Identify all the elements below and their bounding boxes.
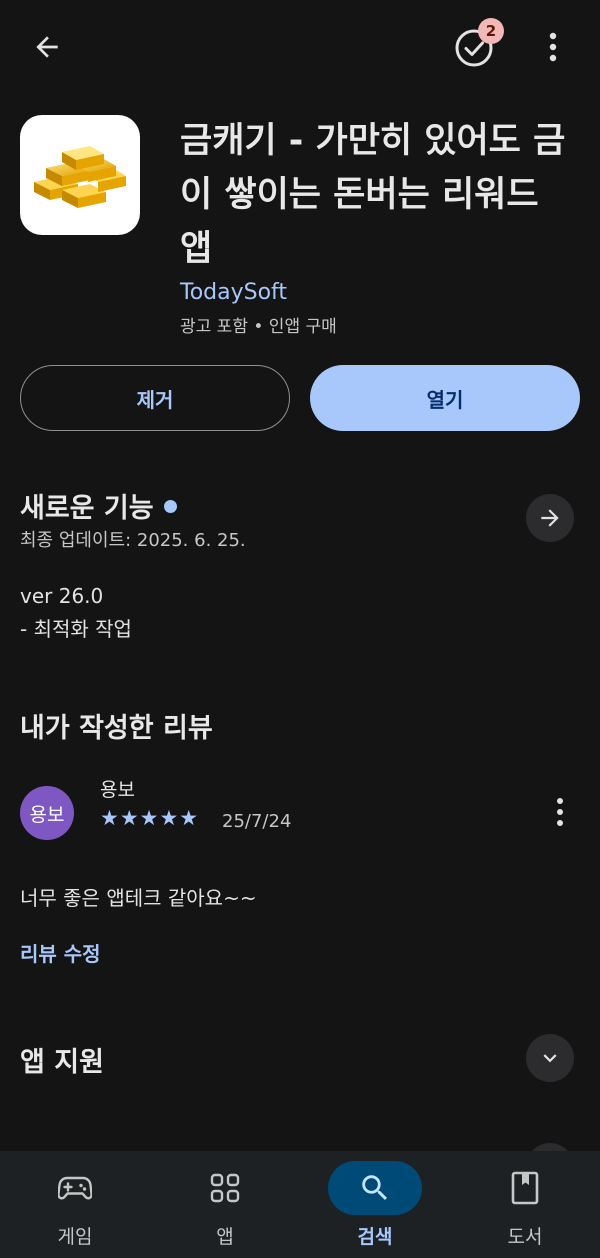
review-more-button[interactable] — [540, 790, 580, 834]
edit-review-link[interactable]: 리뷰 수정 — [20, 938, 101, 967]
app-icon — [20, 115, 140, 235]
bottom-navigation: 게임 앱 검색 도서 — [0, 1151, 600, 1258]
back-button[interactable] — [22, 22, 72, 72]
nav-icon-container — [178, 1161, 272, 1215]
app-meta: 광고 포함 • 인앱 구매 — [180, 317, 337, 337]
whats-new-title-text: 새로운 기능 — [20, 493, 154, 524]
release-notes: ver 26.0 - 최적화 작업 — [20, 580, 132, 646]
nav-label: 앱 — [216, 1226, 234, 1248]
review-date: 25/7/24 — [222, 811, 292, 832]
my-review-title: 내가 작성한 리뷰 — [20, 713, 213, 744]
whats-new-arrow-button[interactable] — [526, 494, 574, 542]
developer-link[interactable]: TodaySoft — [180, 280, 287, 305]
open-button[interactable]: 열기 — [310, 365, 580, 431]
star-rating: ★★★★★ — [100, 806, 200, 830]
avatar: 용보 — [20, 786, 74, 840]
search-icon — [362, 1175, 388, 1201]
arrow-back-icon — [36, 36, 58, 58]
nav-search[interactable]: 검색 — [300, 1151, 450, 1258]
review-text: 너무 좋은 앱테크 같아요~~ — [20, 886, 257, 910]
arrow-forward-icon — [541, 509, 559, 527]
app-support-title: 앱 지원 — [20, 1047, 104, 1078]
nav-games[interactable]: 게임 — [0, 1151, 150, 1258]
app-support-expand-button[interactable] — [526, 1034, 574, 1082]
gold-bars-icon — [34, 146, 126, 208]
whats-new-title: 새로운 기능 — [20, 486, 177, 525]
release-notes-line: ver 26.0 — [20, 584, 104, 608]
gamepad-icon — [58, 1176, 92, 1200]
more-vert-icon — [549, 32, 557, 62]
app-title: 금캐기 - 가만히 있어도 금이 쌓이는 돈버는 리워드 앱 — [180, 121, 566, 269]
nav-books[interactable]: 도서 — [450, 1151, 600, 1258]
nav-apps[interactable]: 앱 — [150, 1151, 300, 1258]
chevron-down-icon — [543, 1054, 557, 1063]
nav-icon-container — [328, 1161, 422, 1215]
nav-label: 검색 — [357, 1226, 393, 1248]
nav-icon-container — [28, 1161, 122, 1215]
new-indicator-dot — [163, 500, 177, 513]
last-updated: 최종 업데이트: 2025. 6. 25. — [20, 530, 246, 551]
release-notes-line: - 최적화 작업 — [20, 617, 132, 641]
nav-label: 게임 — [57, 1226, 93, 1248]
nav-icon-container — [478, 1161, 572, 1215]
nav-label: 도서 — [507, 1226, 543, 1248]
top-bar: 2 — [0, 0, 600, 95]
uninstall-button[interactable]: 제거 — [20, 365, 290, 431]
reviewer-name: 용보 — [100, 779, 135, 801]
more-vert-icon — [557, 798, 563, 826]
tasks-badge: 2 — [478, 18, 504, 44]
apps-grid-icon — [210, 1173, 240, 1203]
book-icon — [511, 1171, 539, 1205]
more-options-button[interactable] — [530, 22, 576, 72]
